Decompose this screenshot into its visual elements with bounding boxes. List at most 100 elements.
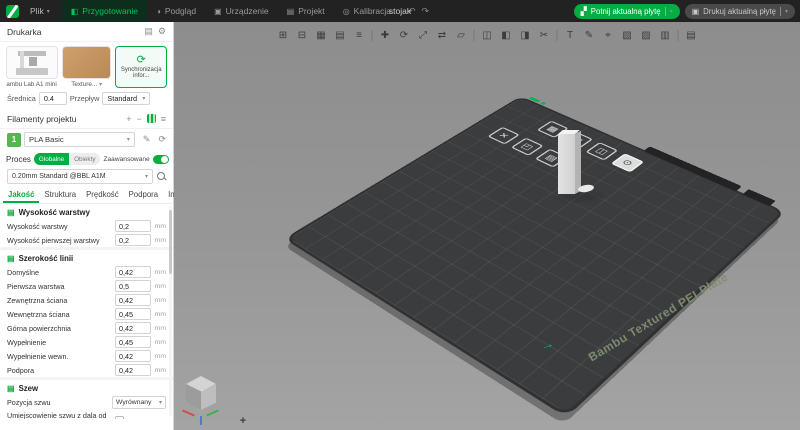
scrollbar-thumb[interactable] bbox=[169, 210, 172, 274]
param-row: Wysokość pierwszej warstwy 0,2 mm bbox=[0, 233, 173, 247]
toolbar-divider bbox=[473, 30, 475, 41]
prepare-icon: ◧ bbox=[70, 6, 79, 16]
param-input[interactable]: 0,2 bbox=[115, 220, 151, 232]
section-icon: ▤ bbox=[7, 254, 15, 263]
preview-icon: ◑ bbox=[156, 6, 161, 16]
remove-filament-icon[interactable]: − bbox=[136, 114, 141, 124]
param-input[interactable]: 0,45 bbox=[115, 336, 151, 348]
diameter-input[interactable]: 0.4 bbox=[38, 92, 67, 105]
printer-name-dropdown[interactable]: Bambu Lab A1 mini ▾ bbox=[6, 81, 58, 88]
split-parts-icon[interactable]: ◨ bbox=[519, 29, 532, 42]
rotate-tool-icon[interactable]: ⟳ bbox=[398, 29, 411, 42]
param-input[interactable]: 0,42 bbox=[115, 322, 151, 334]
plate-type-dropdown[interactable]: Texture... ▾ bbox=[62, 81, 111, 88]
seam-away-checkbox[interactable] bbox=[115, 415, 124, 419]
file-menu[interactable]: Plik ▾ bbox=[24, 6, 56, 16]
mirror-tool-icon[interactable]: ⇄ bbox=[436, 29, 449, 42]
printer-connection-icon[interactable]: ▤ bbox=[144, 26, 153, 37]
edit-filament-icon[interactable]: ✎ bbox=[143, 134, 151, 145]
add-filament-icon[interactable]: + bbox=[126, 114, 131, 124]
tab-prepare-label: Przygotowanie bbox=[82, 6, 139, 16]
z-axis-mark bbox=[200, 416, 202, 425]
measure-tool-icon[interactable]: ⌖ bbox=[602, 29, 615, 42]
slice-plate-button[interactable]: ▞ Potnij aktualną płytę ▾ bbox=[573, 3, 680, 19]
text-tool-icon[interactable]: T bbox=[564, 29, 577, 42]
section-icon: ▤ bbox=[7, 384, 15, 393]
model-box[interactable] bbox=[558, 134, 575, 194]
param-label: Wypełnienie bbox=[7, 337, 47, 347]
search-icon[interactable] bbox=[157, 172, 166, 181]
plate-icon-window: ◫ bbox=[585, 142, 619, 161]
navigation-cube[interactable] bbox=[182, 376, 228, 428]
chevron-down-icon[interactable]: ▾ bbox=[785, 8, 788, 15]
flow-dropdown[interactable]: Standard ▾ bbox=[102, 92, 151, 105]
refresh-filament-icon[interactable]: ⟳ bbox=[158, 134, 166, 145]
lay-on-face-icon[interactable]: ▱ bbox=[455, 29, 468, 42]
tab-speed[interactable]: Prędkość bbox=[81, 187, 124, 203]
param-input[interactable]: 0,2 bbox=[115, 234, 151, 246]
param-input[interactable]: 0,42 bbox=[115, 294, 151, 306]
section-icon: ▤ bbox=[7, 208, 15, 217]
project-title: stojak bbox=[388, 6, 412, 16]
scope-global[interactable]: Globalne bbox=[33, 153, 70, 165]
print-plate-button[interactable]: ▣ Drukuj aktualną płytę ▾ bbox=[684, 3, 795, 19]
axes-toggle-icon[interactable]: + bbox=[236, 414, 250, 428]
tab-device[interactable]: ▣ Urządzenie bbox=[205, 0, 278, 22]
param-input[interactable]: 0,45 bbox=[115, 308, 151, 320]
remove-plate-icon[interactable]: ⊟ bbox=[296, 29, 309, 42]
plate-handle bbox=[643, 146, 742, 192]
support-paint-icon[interactable]: ▧ bbox=[621, 29, 634, 42]
svg-tool-icon[interactable]: ✎ bbox=[583, 29, 596, 42]
tab-support[interactable]: Podpora bbox=[124, 187, 163, 203]
print-plate-label: Drukuj aktualną płytę bbox=[703, 6, 776, 16]
viewport-toolbar: ⊞ ⊟ ▦ ▤ ≡ ✚ ⟳ ⤢ ⇄ ▱ ◫ ◧ ◨ ✂ T ✎ ⌖ ▧ ▨ ▥ … bbox=[277, 29, 698, 42]
param-input[interactable]: 0,42 bbox=[115, 364, 151, 376]
plate-type-card[interactable]: Texture... ▾ bbox=[62, 46, 112, 88]
move-tool-icon[interactable]: ✚ bbox=[379, 29, 392, 42]
filament-list-icon[interactable]: ≡ bbox=[161, 114, 166, 124]
advanced-toggle[interactable] bbox=[152, 154, 169, 164]
color-paint-icon[interactable]: ▨ bbox=[640, 29, 653, 42]
build-plate[interactable]: ▦ ▥ ◫ ⊙ ✕ ◰ ▤ bbox=[288, 96, 782, 414]
param-row: Wewnętrzna ściana 0,45 mm bbox=[0, 307, 173, 321]
process-preset-dropdown[interactable]: 0.20mm Standard @BBL A1M ▾ bbox=[7, 169, 153, 184]
filament-dropdown[interactable]: PLA Basic ▾ bbox=[24, 132, 135, 147]
arrange-all-icon[interactable]: ▦ bbox=[315, 29, 328, 42]
seam-position-dropdown[interactable]: Wyrównany ▾ bbox=[112, 396, 166, 409]
seam-paint-icon[interactable]: ▥ bbox=[659, 29, 672, 42]
topbar: Plik ▾ ◧ Przygotowanie ◑ Podgląd ▣ Urząd… bbox=[0, 0, 800, 22]
viewport-3d[interactable]: ⊞ ⊟ ▦ ▤ ≡ ✚ ⟳ ⤢ ⇄ ▱ ◫ ◧ ◨ ✂ T ✎ ⌖ ▧ ▨ ▥ … bbox=[174, 22, 800, 430]
sync-info-button[interactable]: ⟳ Synchronizacja infor... bbox=[115, 46, 167, 88]
tab-prepare[interactable]: ◧ Przygotowanie bbox=[61, 0, 148, 22]
param-input[interactable]: 0,5 bbox=[115, 280, 151, 292]
param-input[interactable]: 0,42 bbox=[115, 266, 151, 278]
printer-settings-icon[interactable]: ⚙ bbox=[158, 26, 166, 37]
filaments-header-label: Filamenty projektu bbox=[7, 113, 77, 124]
param-input[interactable]: 0,42 bbox=[115, 350, 151, 362]
toolbar-divider bbox=[371, 30, 373, 41]
add-plate-icon[interactable]: ⊞ bbox=[277, 29, 290, 42]
layout-settings-icon[interactable]: ≡ bbox=[353, 29, 366, 42]
printer-card[interactable]: Bambu Lab A1 mini ▾ bbox=[6, 46, 58, 88]
auto-arrange-icon[interactable]: ▤ bbox=[334, 29, 347, 42]
assembly-view-icon[interactable]: ◫ bbox=[481, 29, 494, 42]
tab-quality[interactable]: Jakość bbox=[3, 187, 39, 203]
cut-tool-icon[interactable]: ✂ bbox=[538, 29, 551, 42]
tab-project[interactable]: ▤ Projekt bbox=[278, 0, 334, 22]
filament-spool-icon[interactable] bbox=[146, 114, 156, 123]
redo-icon[interactable]: ↷ bbox=[422, 6, 430, 17]
chevron-down-icon[interactable]: ▾ bbox=[670, 8, 673, 15]
variable-layer-icon[interactable]: ▤ bbox=[685, 29, 698, 42]
toolbar-divider bbox=[556, 30, 558, 41]
filament-slot-number: 1 bbox=[11, 135, 17, 144]
split-objects-icon[interactable]: ◧ bbox=[500, 29, 513, 42]
param-label: Wypełnienie wewn. bbox=[7, 351, 69, 361]
process-scope-toggle[interactable]: Globalne Obiekty bbox=[33, 153, 101, 165]
tab-strength[interactable]: Struktura bbox=[39, 187, 81, 203]
scale-tool-icon[interactable]: ⤢ bbox=[417, 29, 430, 42]
scope-objects[interactable]: Obiekty bbox=[69, 153, 101, 165]
x-axis-mark bbox=[182, 409, 195, 417]
chevron-down-icon: ▾ bbox=[142, 96, 146, 102]
tab-preview[interactable]: ◑ Podgląd bbox=[147, 0, 205, 22]
filament-slot-chip[interactable]: 1 bbox=[7, 132, 21, 147]
